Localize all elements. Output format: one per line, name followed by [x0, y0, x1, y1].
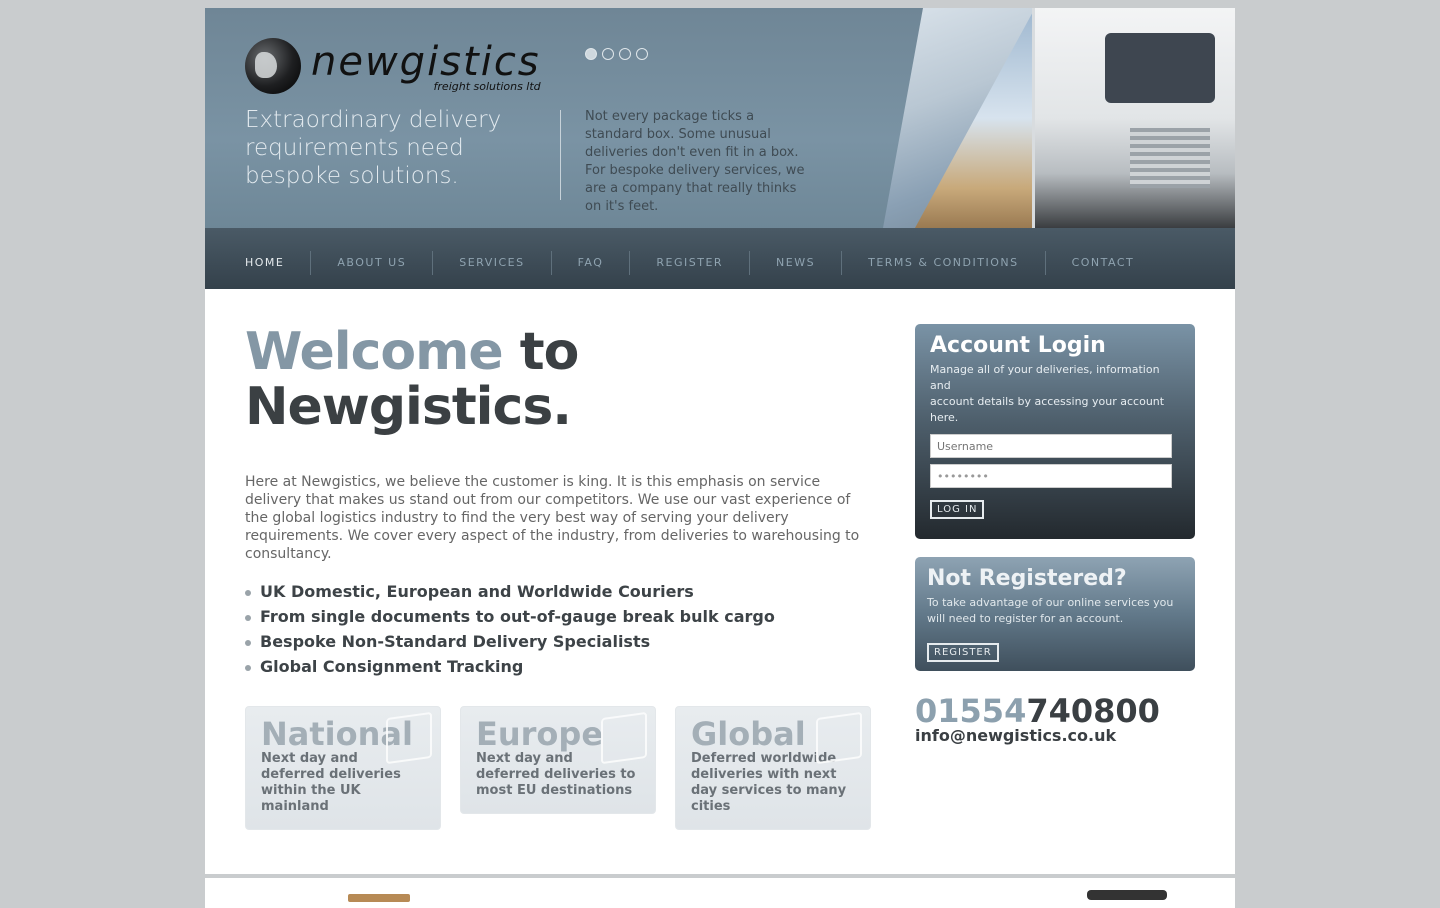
register-button[interactable]: REGISTER: [927, 643, 999, 662]
phone-number: 01554740800: [915, 692, 1160, 730]
slider-dot-4[interactable]: [636, 48, 648, 60]
account-login-panel: Account Login Manage all of your deliver…: [915, 324, 1195, 539]
package-icon: [816, 711, 862, 765]
logo-subtitle: freight solutions ltd: [433, 80, 541, 93]
hero-tagline: Extraordinary delivery requirements need…: [245, 107, 502, 189]
list-item: Bespoke Non-Standard Delivery Specialist…: [245, 629, 775, 654]
truck-grille: [1130, 128, 1210, 188]
login-title: Account Login: [930, 333, 1106, 358]
tile-global[interactable]: Global Deferred worldwide deliveries wit…: [675, 706, 871, 830]
footer-image-device: [1087, 890, 1167, 900]
title-rest: to: [502, 322, 580, 382]
list-item: From single documents to out-of-gauge br…: [245, 604, 775, 629]
username-input[interactable]: [930, 434, 1172, 458]
slider-dot-2[interactable]: [602, 48, 614, 60]
header: newgistics freight solutions ltd Extraor…: [205, 8, 1235, 228]
title-highlight: Welcome: [245, 322, 504, 382]
truck-window: [1105, 33, 1215, 103]
feature-list: UK Domestic, European and Worldwide Cour…: [245, 579, 775, 679]
slider-dot-3[interactable]: [619, 48, 631, 60]
package-icon: [386, 711, 432, 765]
notreg-desc: To take advantage of our online services…: [927, 596, 1174, 625]
login-button[interactable]: LOG IN: [930, 500, 985, 519]
title-line2: Newgistics.: [245, 377, 572, 437]
not-registered-panel: Not Registered? To take advantage of our…: [915, 557, 1195, 671]
service-tiles: National Next day and deferred deliverie…: [245, 706, 871, 830]
notreg-title: Not Registered?: [927, 566, 1127, 591]
login-desc: Manage all of your deliveries, informati…: [930, 363, 1165, 424]
email-link[interactable]: info@newgistics.co.uk: [915, 726, 1116, 745]
main-nav: HOME ABOUT US SERVICES FAQ REGISTER NEWS…: [205, 228, 1235, 289]
nav-contact[interactable]: CONTACT: [1044, 250, 1161, 275]
footer-image-box: [348, 894, 410, 902]
nav-services[interactable]: SERVICES: [432, 250, 550, 275]
globe-icon: [245, 38, 301, 94]
nav-home[interactable]: HOME: [245, 251, 310, 275]
page: newgistics freight solutions ltd Extraor…: [205, 8, 1235, 874]
logo[interactable]: newgistics freight solutions ltd: [245, 36, 541, 96]
tile-national[interactable]: National Next day and deferred deliverie…: [245, 706, 441, 830]
list-item: UK Domestic, European and Worldwide Cour…: [245, 579, 775, 604]
hero-divider: [560, 110, 561, 200]
footer-strip: [205, 878, 1235, 908]
hero-intro: Not every package ticks a standard box. …: [585, 109, 805, 214]
hero-truck-image: [1032, 8, 1235, 228]
nav-news[interactable]: NEWS: [749, 250, 841, 275]
slider-dot-1[interactable]: [585, 48, 597, 60]
package-icon: [601, 711, 647, 765]
slider-dots: [585, 48, 648, 60]
page-title: Welcome to Newgistics.: [245, 322, 580, 437]
intro-paragraph: Here at Newgistics, we believe the custo…: [245, 474, 860, 562]
nav-terms[interactable]: TERMS & CONDITIONS: [841, 250, 1044, 275]
main-content: Welcome to Newgistics. Here at Newgistic…: [205, 289, 1235, 874]
tile-europe[interactable]: Europe Next day and deferred deliveries …: [460, 706, 656, 814]
nav-faq[interactable]: FAQ: [550, 250, 630, 275]
logo-name: newgistics: [311, 39, 541, 85]
nav-register[interactable]: REGISTER: [629, 250, 749, 275]
list-item: Global Consignment Tracking: [245, 654, 775, 679]
password-input[interactable]: [930, 464, 1172, 488]
nav-about-us[interactable]: ABOUT US: [310, 250, 432, 275]
